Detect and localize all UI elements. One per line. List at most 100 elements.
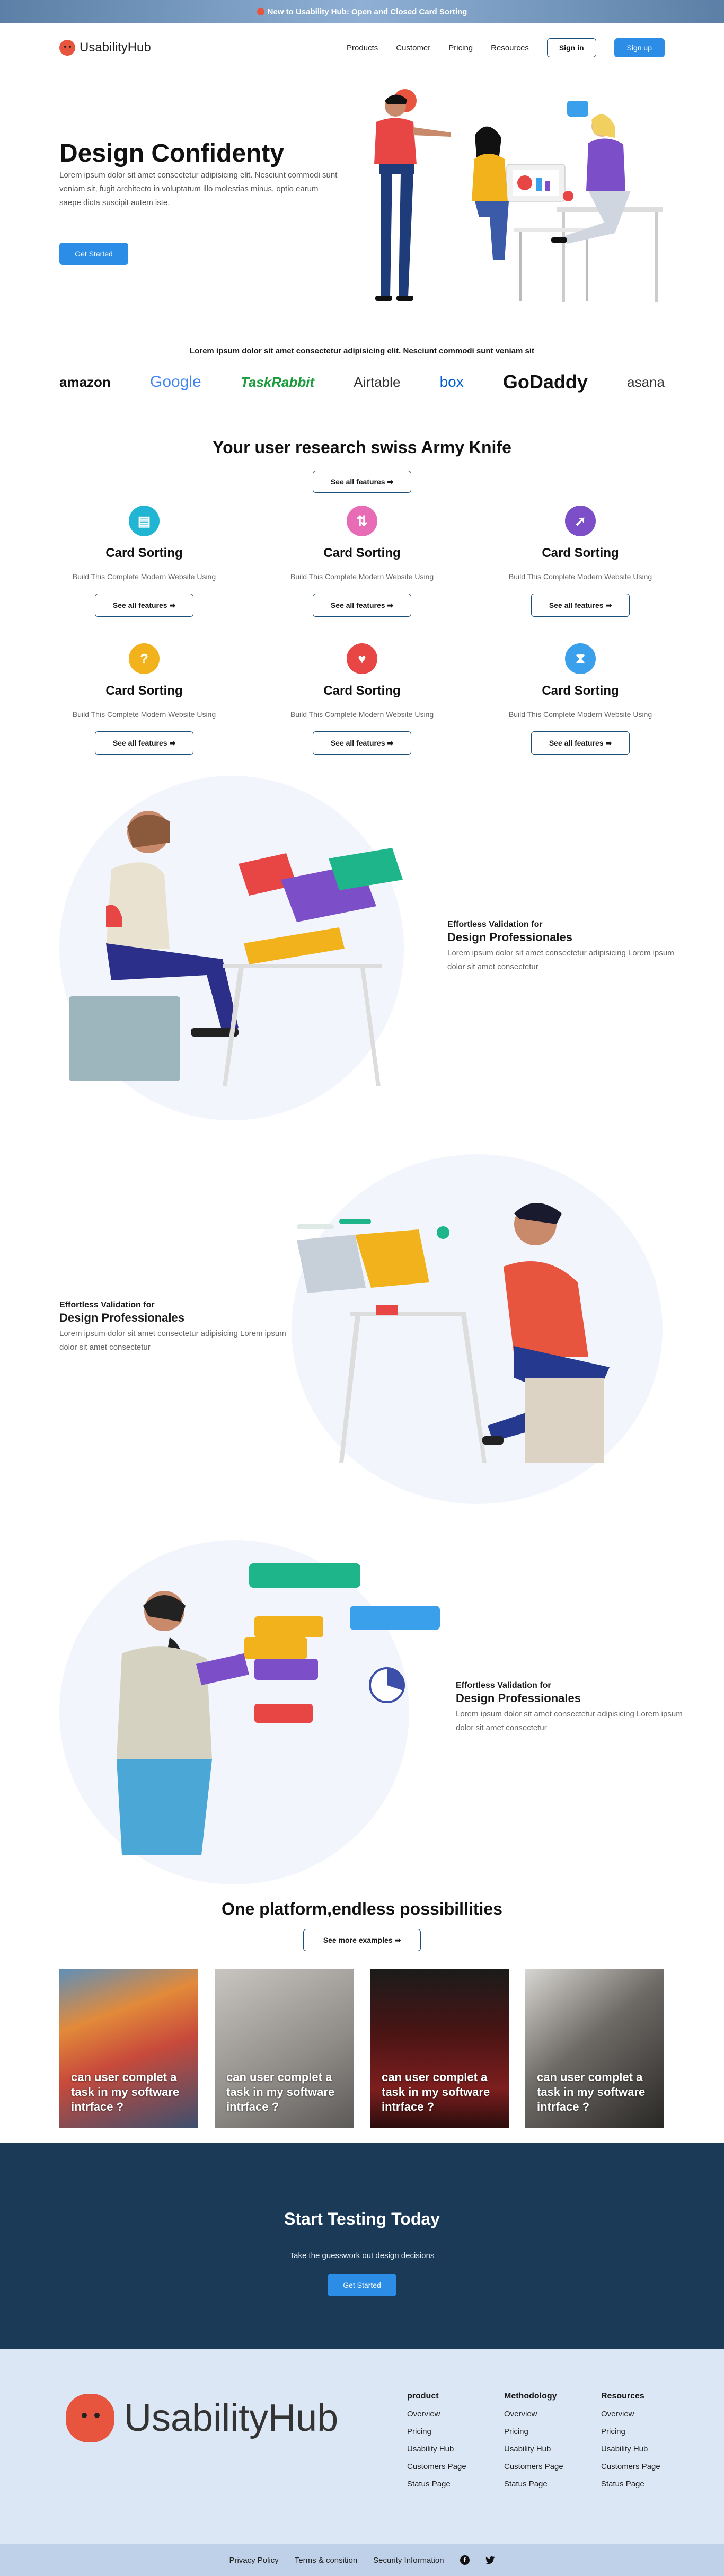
footer-link[interactable]: Usability Hub xyxy=(407,2445,492,2454)
cta-section: Start Testing Today Take the guesswork o… xyxy=(0,2143,724,2349)
footer-link[interactable]: Pricing xyxy=(504,2427,589,2436)
logo-google: Google xyxy=(149,373,201,391)
footer-link[interactable]: Overview xyxy=(407,2410,492,2419)
feature-see-all-button[interactable]: See all features ➡ xyxy=(95,731,193,755)
validation-kicker: Effortless Validation for xyxy=(59,1300,155,1309)
hero-text: Lorem ipsum dolor sit amet consectetur a… xyxy=(59,171,338,207)
privacy-policy-link[interactable]: Privacy Policy xyxy=(229,2556,278,2565)
footer-link[interactable]: Usability Hub xyxy=(601,2445,686,2454)
hub-icon xyxy=(257,8,264,15)
nav-link-resources[interactable]: Resources xyxy=(491,43,529,52)
partner-logos: amazon Google TaskRabbit Airtable box Go… xyxy=(59,371,665,393)
footer-link[interactable]: Usability Hub xyxy=(504,2445,589,2454)
example-card-4[interactable]: can user complet a task in my software i… xyxy=(525,1969,664,2128)
announcement-text: New to Usability Hub: Open and Closed Ca… xyxy=(267,7,467,16)
footer-link[interactable]: Overview xyxy=(504,2410,589,2419)
example-card-3[interactable]: can user complet a task in my software i… xyxy=(370,1969,509,2128)
footer-column-resources: Resources Overview Pricing Usability Hub… xyxy=(601,2392,686,2489)
example-caption: can user complet a task in my software i… xyxy=(537,2070,646,2113)
cta-get-started-button[interactable]: Get Started xyxy=(328,2274,396,2296)
footer-column-product: product Overview Pricing Usability Hub C… xyxy=(407,2392,492,2489)
logo-airtable: Airtable xyxy=(354,374,401,390)
footer-column-methodology: Methodology Overview Pricing Usability H… xyxy=(504,2392,589,2489)
example-caption: can user complet a task in my software i… xyxy=(226,2070,335,2113)
feature-text: Build This Complete Modern Website Using xyxy=(290,710,434,719)
footer-brand-name: UsabilityHub xyxy=(124,2397,339,2439)
nav-links: Products Customer Pricing Resources Sign… xyxy=(347,38,665,57)
footer-link[interactable]: Status Page xyxy=(407,2480,492,2489)
feature-title: Card Sorting xyxy=(542,684,619,698)
footer-heading: product xyxy=(407,2392,439,2401)
feature-text: Build This Complete Modern Website Using xyxy=(508,572,652,581)
facebook-icon[interactable]: f xyxy=(460,2555,470,2565)
designer-illustration-1 xyxy=(69,811,403,1086)
nav-link-customer[interactable]: Customer xyxy=(396,43,430,52)
footer-link[interactable]: Customers Page xyxy=(504,2462,589,2471)
feature-see-all-button[interactable]: See all features ➡ xyxy=(531,731,630,755)
footer-link[interactable]: Status Page xyxy=(504,2480,589,2489)
announcement-bar[interactable]: New to Usability Hub: Open and Closed Ca… xyxy=(0,0,724,23)
footer-link[interactable]: Status Page xyxy=(601,2480,686,2489)
sign-in-button[interactable]: Sign in xyxy=(546,38,596,57)
feature-title: Card Sorting xyxy=(323,546,401,560)
example-caption: can user complet a task in my software i… xyxy=(71,2070,180,2113)
validation-text: Lorem ipsum dolor sit amet consectetur a… xyxy=(447,949,674,971)
designer-illustration-3 xyxy=(117,1563,440,1855)
footer-logo[interactable]: UsabilityHub xyxy=(66,2394,338,2442)
validation-text: Lorem ipsum dolor sit amet consectetur a… xyxy=(456,1710,683,1732)
features-title: Your user research swiss Army Knife xyxy=(213,438,511,457)
feature-see-all-button[interactable]: See all features ➡ xyxy=(313,731,411,755)
validation-title: Design Professionales xyxy=(456,1692,581,1705)
feature-text: Build This Complete Modern Website Using xyxy=(508,710,652,719)
heart-icon: ♥ xyxy=(347,643,377,674)
footer-link[interactable]: Pricing xyxy=(407,2427,492,2436)
validation-block-1: Effortless Validation for Design Profess… xyxy=(447,920,675,974)
trust-text: Lorem ipsum dolor sit amet consectetur a… xyxy=(189,347,535,356)
logo-box: box xyxy=(439,374,464,390)
designer-illustration-2 xyxy=(297,1203,610,1463)
brand-name: UsabilityHub xyxy=(80,40,151,55)
hero-title: Design Confidenty xyxy=(59,139,285,167)
see-more-examples-button[interactable]: See more examples ➡ xyxy=(303,1929,421,1951)
twitter-icon[interactable] xyxy=(485,2556,495,2564)
cursor-icon: ➚ xyxy=(565,506,596,536)
logo-asana: asana xyxy=(627,374,665,390)
footer: UsabilityHub product Overview Pricing Us… xyxy=(0,2349,724,2544)
question-icon: ? xyxy=(129,643,160,674)
validation-block-2: Effortless Validation for Design Profess… xyxy=(59,1300,287,1355)
logo-godaddy: GoDaddy xyxy=(502,371,588,393)
validation-title: Design Professionales xyxy=(59,1311,184,1324)
cta-text: Take the guesswork out design decisions xyxy=(289,2251,435,2260)
footer-link[interactable]: Customers Page xyxy=(407,2462,492,2471)
footer-link[interactable]: Customers Page xyxy=(601,2462,686,2471)
feature-card: ♥ Card Sorting Build This Complete Modern … xyxy=(277,643,447,755)
validation-block-3: Effortless Validation for Design Profess… xyxy=(456,1681,684,1735)
validation-kicker: Effortless Validation for xyxy=(447,920,543,929)
nav-link-products[interactable]: Products xyxy=(347,43,378,52)
feature-title: Card Sorting xyxy=(105,546,183,560)
example-card-2[interactable]: can user complet a task in my software i… xyxy=(215,1969,354,2128)
feature-text: Build This Complete Modern Website Using xyxy=(72,572,216,581)
see-all-features-button[interactable]: See all features ➡ xyxy=(313,471,411,493)
footer-link[interactable]: Pricing xyxy=(601,2427,686,2436)
feature-card: ➚ Card Sorting Build This Complete Modern … xyxy=(496,506,665,617)
platform-title: One platform,endless possibillities xyxy=(222,1899,502,1918)
logo-mark-icon xyxy=(59,40,75,56)
security-information-link[interactable]: Security Information xyxy=(373,2556,444,2565)
footer-heading: Methodology xyxy=(504,2392,557,2401)
footer-link[interactable]: Overview xyxy=(601,2410,686,2419)
feature-title: Card Sorting xyxy=(323,684,401,698)
brand-logo[interactable]: UsabilityHub xyxy=(59,40,151,56)
sign-up-button[interactable]: Sign up xyxy=(614,38,665,57)
feature-see-all-button[interactable]: See all features ➡ xyxy=(531,594,630,617)
terms-link[interactable]: Terms & consition xyxy=(295,2556,357,2565)
get-started-button[interactable]: Get Started xyxy=(59,243,128,265)
validation-title: Design Professionales xyxy=(447,931,572,944)
sort-arrows-icon: ⇅ xyxy=(347,506,377,536)
example-card-1[interactable]: can user complet a task in my software i… xyxy=(59,1969,198,2128)
feature-title: Card Sorting xyxy=(105,684,183,698)
logo-mark-icon xyxy=(66,2394,114,2442)
feature-see-all-button[interactable]: See all features ➡ xyxy=(313,594,411,617)
nav-link-pricing[interactable]: Pricing xyxy=(448,43,473,52)
feature-see-all-button[interactable]: See all features ➡ xyxy=(95,594,193,617)
